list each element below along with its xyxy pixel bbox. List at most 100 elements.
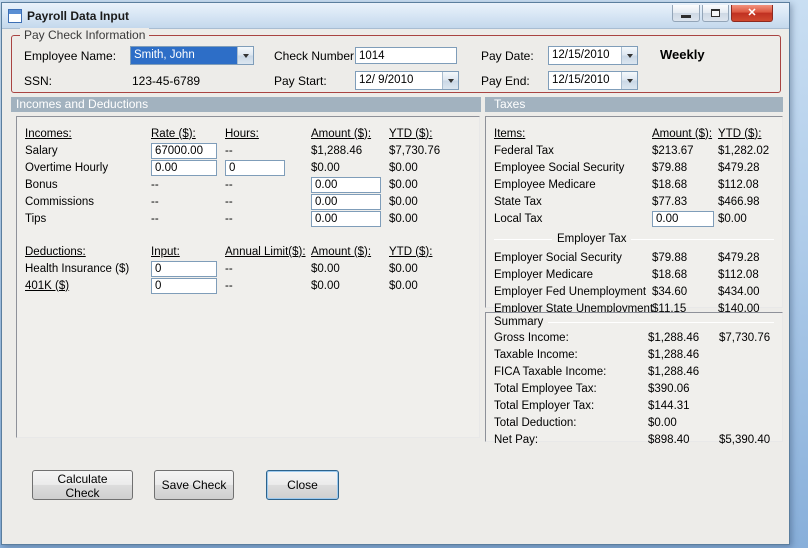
employee-name-value: Smith, John (131, 47, 237, 64)
summary-row-total-employee-tax: Total Employee Tax: $390.06 (494, 380, 774, 397)
pay-date-value: 12/15/2010 (552, 49, 610, 61)
chevron-down-icon (626, 78, 633, 83)
row-label: Total Employee Tax: (494, 382, 597, 395)
check-number-input[interactable] (355, 47, 457, 64)
col-amount: Amount ($): (311, 245, 372, 258)
row-ytd: $112.08 (718, 178, 759, 191)
summary-row-gross: Gross Income: $1,288.46 $7,730.76 (494, 329, 774, 346)
row-ytd: $1,282.02 (718, 144, 770, 157)
tips-rate: -- (151, 212, 159, 225)
maximize-button[interactable] (702, 5, 729, 22)
pay-end-arrow-button[interactable] (621, 72, 637, 89)
row-ytd: $7,730.76 (719, 331, 771, 344)
401k-amount: $0.00 (311, 279, 340, 292)
401k-input[interactable] (151, 277, 217, 294)
row-label: Salary (25, 144, 58, 157)
col-annual-limit: Annual Limit($): (225, 245, 306, 258)
row-amount: $1,288.46 (648, 348, 700, 361)
minimize-button[interactable] (672, 5, 700, 22)
row-label: Employee Medicare (494, 178, 596, 191)
save-check-button[interactable]: Save Check (154, 470, 234, 500)
overtime-ytd: $0.00 (389, 161, 418, 174)
close-icon: ✕ (747, 6, 757, 19)
minimize-icon (681, 15, 691, 18)
row-label: Overtime Hourly (25, 161, 109, 174)
row-label: FICA Taxable Income: (494, 365, 607, 378)
bonus-rate: -- (151, 178, 159, 191)
row-label: Total Employer Tax: (494, 399, 595, 412)
employer-tax-group-title: Employer Tax (557, 233, 627, 245)
summary-row-fica: FICA Taxable Income: $1,288.46 (494, 363, 774, 380)
tax-row-local: Local Tax $0.00 (494, 210, 774, 227)
employer-tax-group-divider: Employer Tax (494, 229, 774, 249)
pay-start-picker[interactable]: 12/ 9/2010 (355, 71, 459, 90)
title-bar[interactable]: Payroll Data Input ✕ (2, 3, 789, 29)
pay-date-picker[interactable]: 12/15/2010 (548, 46, 638, 65)
row-ytd: $0.00 (718, 212, 747, 225)
row-label: Federal Tax (494, 144, 554, 157)
summary-legend: Summary (494, 315, 774, 329)
row-amount: $144.31 (648, 399, 690, 412)
col-rate: Rate ($): (151, 127, 196, 140)
taxes-header-row: Items: Amount ($): YTD ($): (494, 125, 774, 142)
row-label: Employee Social Security (494, 161, 625, 174)
local-tax-input[interactable] (652, 210, 714, 227)
pay-start-arrow-button[interactable] (442, 72, 458, 89)
calculate-check-button[interactable]: Calculate Check (32, 470, 133, 500)
health-insurance-input[interactable] (151, 260, 217, 277)
close-button[interactable]: ✕ (731, 5, 773, 22)
row-amount: $390.06 (648, 382, 690, 395)
col-amount: Amount ($): (652, 127, 713, 140)
salary-amount: $1,288.46 (311, 144, 363, 157)
tips-ytd: $0.00 (389, 212, 418, 225)
app-icon (8, 8, 22, 23)
pay-end-picker[interactable]: 12/15/2010 (548, 71, 638, 90)
chevron-down-icon (626, 53, 633, 58)
chevron-down-icon (447, 78, 454, 83)
row-amount: $79.88 (652, 251, 688, 264)
pay-frequency-label: Weekly (660, 47, 705, 62)
col-deductions: Deductions: (25, 245, 86, 258)
pay-date-arrow-button[interactable] (621, 47, 637, 64)
chevron-down-icon (242, 53, 249, 58)
overtime-hours-input[interactable] (225, 159, 285, 176)
401k-link[interactable]: 401K ($) (25, 280, 69, 292)
summary-row-total-employer-tax: Total Employer Tax: $144.31 (494, 397, 774, 414)
row-amount: $79.88 (652, 161, 688, 174)
row-ytd: $112.08 (718, 268, 759, 281)
row-label: State Tax (494, 195, 542, 208)
row-label: Employer Social Security (494, 251, 622, 264)
income-row-bonus: Bonus -- -- $0.00 (25, 176, 471, 193)
legend-line (548, 321, 774, 323)
summary-row-total-deduction: Total Deduction: $0.00 (494, 414, 774, 431)
employee-name-combobox[interactable]: Smith, John (130, 46, 254, 65)
salary-rate-input[interactable] (151, 142, 217, 159)
row-label: Gross Income: (494, 331, 569, 344)
summary-row-taxable: Taxable Income: $1,288.46 (494, 346, 774, 363)
income-row-overtime: Overtime Hourly $0.00 $0.00 (25, 159, 471, 176)
pay-end-value: 12/15/2010 (552, 74, 610, 86)
health-amount: $0.00 (311, 262, 340, 275)
tips-amount-input[interactable] (311, 210, 381, 227)
row-label: Total Deduction: (494, 416, 577, 429)
bonus-ytd: $0.00 (389, 178, 418, 191)
incomes-header-row: Incomes: Rate ($): Hours: Amount ($): YT… (25, 125, 471, 142)
employee-combo-arrow-button[interactable] (237, 47, 253, 64)
commissions-amount-input[interactable] (311, 193, 381, 210)
row-label: Tips (25, 212, 47, 225)
col-ytd: YTD ($): (389, 127, 433, 140)
overtime-rate-input[interactable] (151, 159, 217, 176)
row-amount: $898.40 (648, 433, 690, 446)
salary-hours: -- (225, 144, 233, 157)
employee-name-label: Employee Name: (24, 49, 117, 63)
health-limit: -- (225, 262, 233, 275)
pay-start-value: 12/ 9/2010 (359, 74, 414, 86)
taxes-panel: Items: Amount ($): YTD ($): Federal Tax … (485, 116, 783, 315)
divider-line (494, 238, 552, 240)
pay-end-label: Pay End: (481, 74, 530, 88)
row-label: Health Insurance ($) (25, 262, 130, 275)
bonus-amount-input[interactable] (311, 176, 381, 193)
check-number-label: Check Number: (274, 49, 358, 63)
tax-row-emp-medicare: Employee Medicare $18.68 $112.08 (494, 176, 774, 193)
close-dialog-button[interactable]: Close (266, 470, 339, 500)
